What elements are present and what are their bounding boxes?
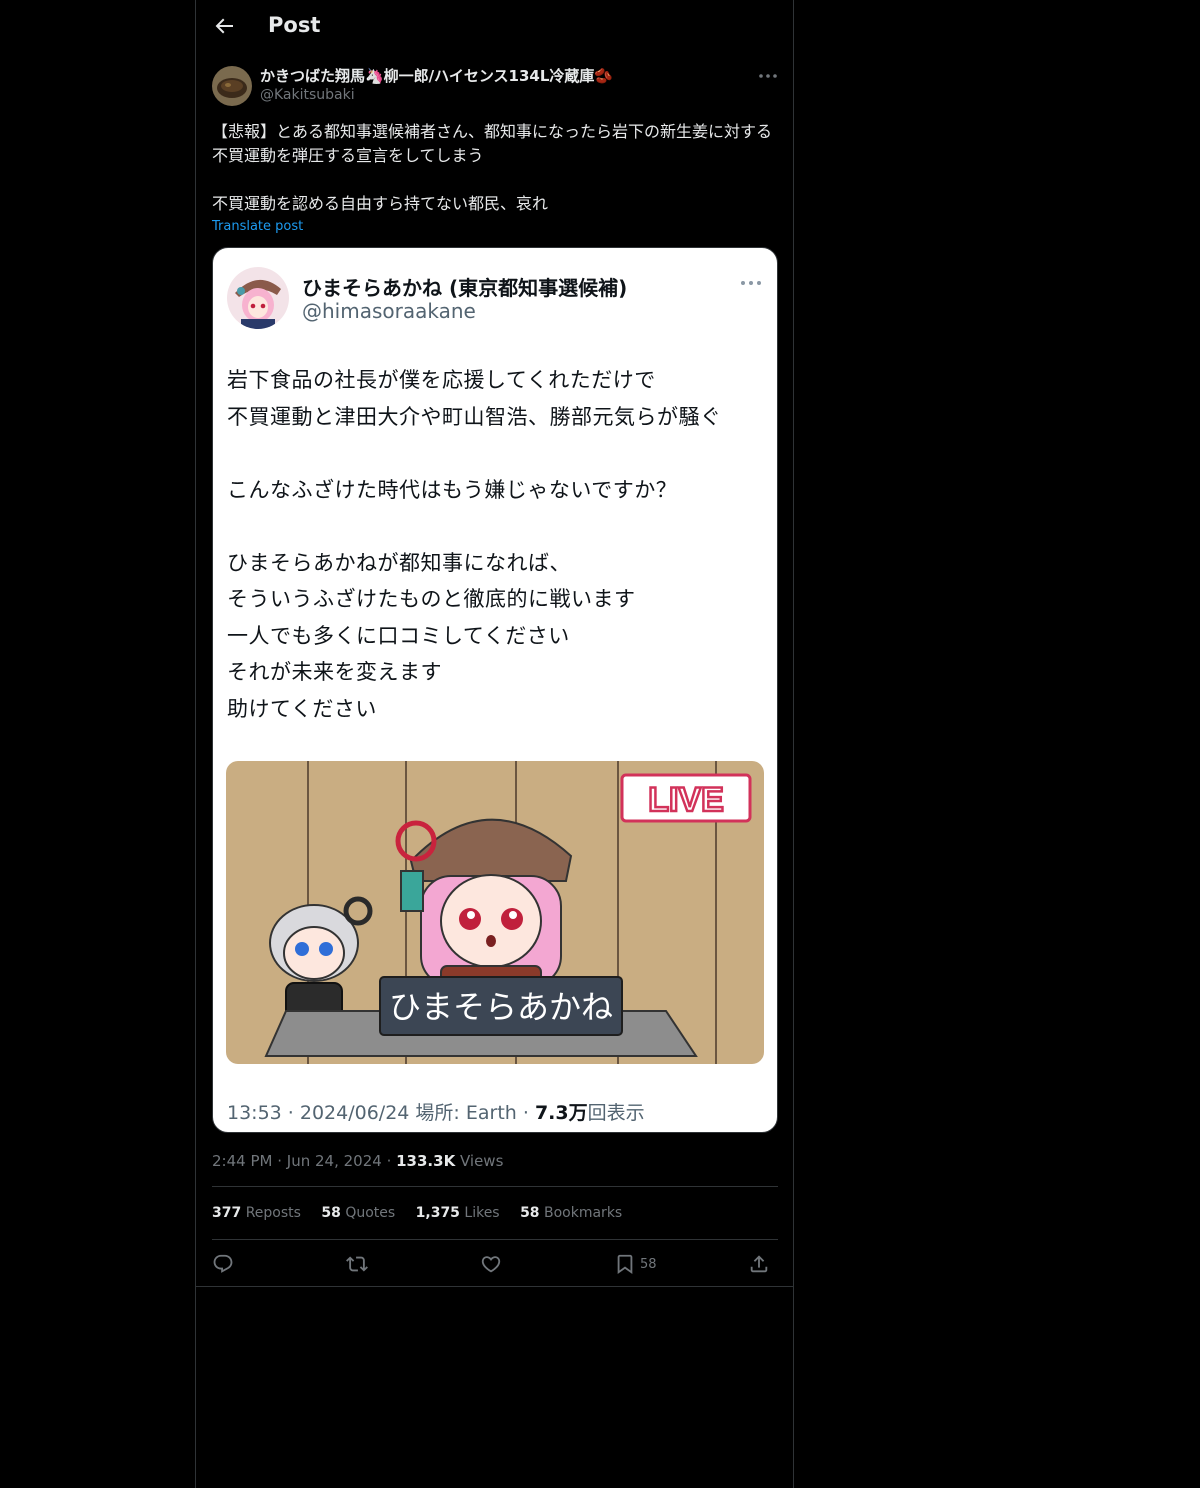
page-title: Post bbox=[268, 13, 321, 37]
post-image[interactable]: ひまそらあかね (東京都知事選候補) @himasoraakane 岩下食品の社… bbox=[212, 247, 778, 1133]
reply-button[interactable] bbox=[212, 1252, 234, 1276]
embedded-meta: 13:53 · 2024/06/24 場所: Earth · 7.3万回表示 bbox=[227, 1102, 645, 1124]
repost-icon bbox=[346, 1256, 368, 1272]
post-text: 【悲報】とある都知事選候補者さん、都知事になったら岩下の新生姜に対する不買運動を… bbox=[212, 122, 773, 213]
back-button[interactable] bbox=[212, 14, 236, 38]
share-icon bbox=[750, 1255, 768, 1273]
likes-stat[interactable]: 1,375 Likes bbox=[416, 1205, 500, 1221]
bookmark-icon bbox=[617, 1254, 633, 1275]
divider bbox=[196, 1286, 793, 1287]
top-bar: Post bbox=[196, 0, 793, 54]
embedded-illustration: LIVE ひまそらあかね bbox=[226, 761, 764, 1064]
divider bbox=[212, 1239, 778, 1240]
like-button[interactable] bbox=[480, 1252, 502, 1276]
avatar[interactable] bbox=[212, 66, 252, 106]
views-count: 133.3K bbox=[396, 1152, 456, 1170]
views-label: Views bbox=[459, 1152, 504, 1170]
embedded-body: 岩下食品の社長が僕を応援してくれただけで 不買運動と津田大介や町山智浩、勝部元気… bbox=[227, 368, 722, 721]
post-column: Post かきつばた翔馬🦄柳一郎/ハイセンス134L冷蔵庫🫘 @Kakitsub… bbox=[195, 0, 794, 1488]
divider bbox=[212, 1186, 778, 1187]
repost-button[interactable] bbox=[346, 1252, 368, 1276]
reply-icon bbox=[213, 1254, 233, 1273]
quotes-stat[interactable]: 58 Quotes bbox=[321, 1205, 395, 1221]
bookmark-button[interactable]: 58 bbox=[614, 1252, 657, 1276]
bookmarks-stat[interactable]: 58 Bookmarks bbox=[520, 1205, 622, 1221]
post-time[interactable]: 2:44 PM bbox=[212, 1152, 272, 1170]
post-date[interactable]: Jun 24, 2024 bbox=[287, 1152, 382, 1170]
reposts-stat[interactable]: 377 Reposts bbox=[212, 1205, 301, 1221]
arrow-left-icon bbox=[215, 18, 233, 34]
more-dots-icon bbox=[759, 74, 777, 78]
author-name[interactable]: かきつばた翔馬🦄柳一郎/ハイセンス134L冷蔵庫🫘 bbox=[260, 65, 613, 86]
post-timestamp: 2:44 PM · Jun 24, 2024 · 133.3K Views bbox=[212, 1152, 504, 1170]
share-button[interactable] bbox=[748, 1252, 770, 1276]
embedded-avatar bbox=[227, 267, 289, 329]
more-options-button[interactable] bbox=[756, 66, 780, 86]
author-handle[interactable]: @Kakitsubaki bbox=[260, 87, 355, 103]
translate-post-link[interactable]: Translate post bbox=[212, 219, 303, 234]
embedded-name: ひまそらあかね (東京都知事選候補) bbox=[302, 276, 628, 300]
action-bar: 58 bbox=[212, 1252, 778, 1276]
heart-icon bbox=[481, 1256, 501, 1273]
bookmark-count: 58 bbox=[640, 1256, 657, 1272]
embedded-handle: @himasoraakane bbox=[302, 299, 476, 323]
embedded-more-icon bbox=[741, 281, 761, 285]
nameplate-text: ひまそらあかね bbox=[389, 988, 613, 1026]
live-badge: LIVE bbox=[648, 781, 724, 819]
engagement-stats: 377 Reposts 58 Quotes 1,375 Likes 58 Boo… bbox=[212, 1205, 638, 1221]
